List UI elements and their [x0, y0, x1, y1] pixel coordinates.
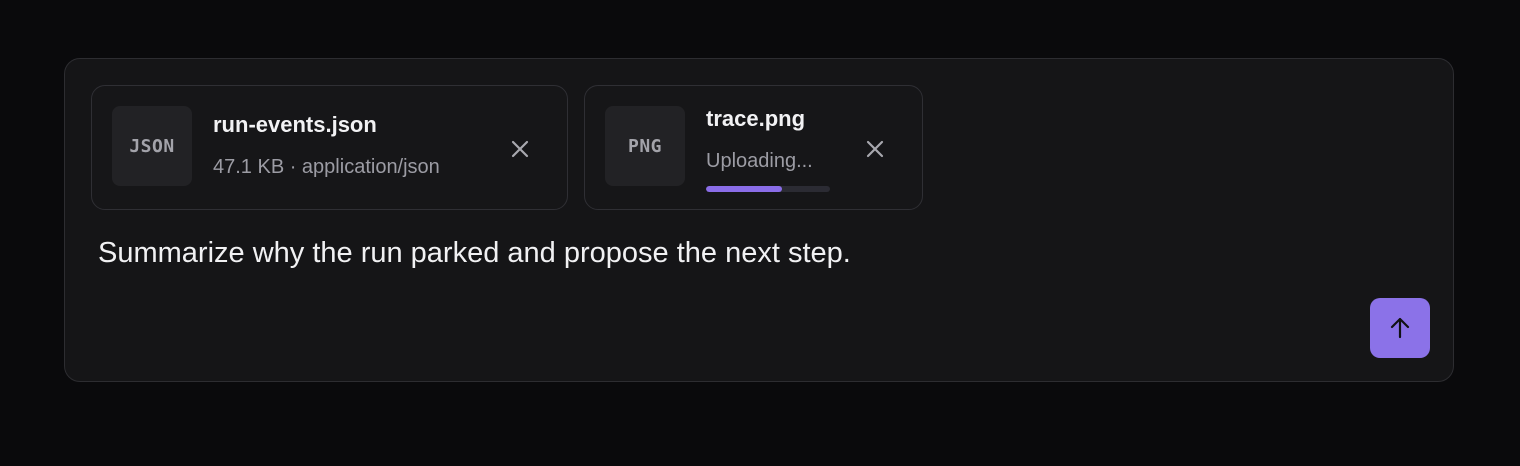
close-icon: [511, 140, 529, 158]
close-icon: [866, 140, 884, 158]
remove-attachment-button[interactable]: [509, 138, 531, 160]
file-type-thumbnail: PNG: [605, 106, 685, 186]
message-input[interactable]: Summarize why the run parked and propose…: [98, 237, 851, 270]
remove-attachment-button[interactable]: [864, 138, 886, 160]
upload-status: Uploading...: [706, 150, 813, 172]
attachment-filename: run-events.json: [213, 112, 377, 137]
attachment-chip: PNG trace.png Uploading...: [584, 85, 923, 210]
send-button[interactable]: [1370, 298, 1430, 358]
arrow-up-icon: [1390, 317, 1410, 339]
file-type-thumbnail: JSON: [112, 106, 192, 186]
attachment-list: JSON run-events.json 47.1 KB · applicati…: [91, 85, 923, 210]
upload-progress-bar: [706, 186, 830, 192]
message-composer: JSON run-events.json 47.1 KB · applicati…: [64, 58, 1454, 382]
attachment-filename: trace.png: [706, 106, 806, 131]
attachment-chip: JSON run-events.json 47.1 KB · applicati…: [91, 85, 568, 210]
attachment-meta: 47.1 KB · application/json: [213, 156, 440, 178]
upload-progress-fill: [706, 186, 782, 192]
